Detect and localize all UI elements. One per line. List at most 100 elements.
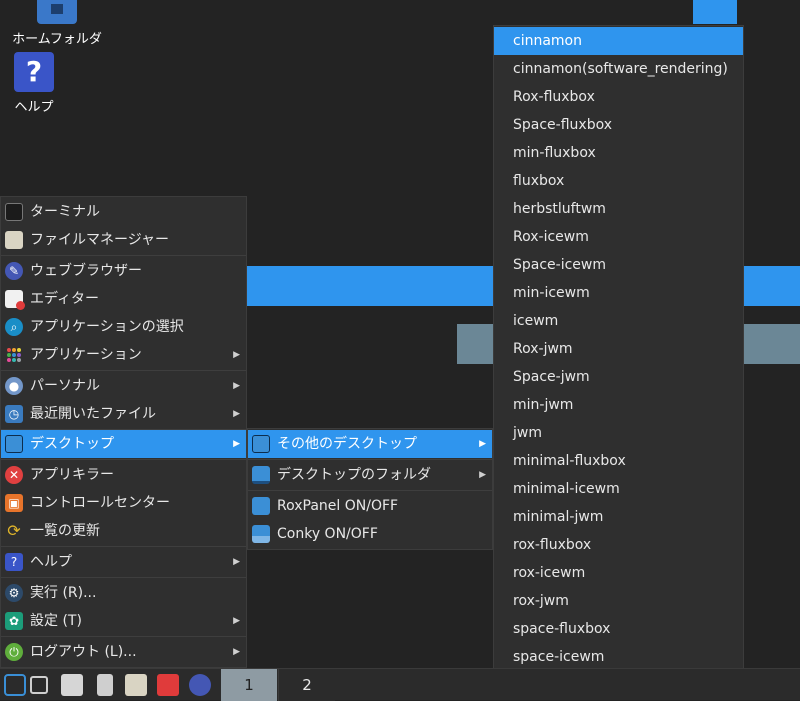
recent-folder-icon: ◷ [5, 405, 23, 423]
submenu-arrow-icon: ▶ [233, 409, 240, 419]
menu-item-desktop-session[interactable]: min-icewm [494, 279, 743, 307]
terminal-icon [5, 203, 23, 221]
menu-item-desktop-session[interactable]: rox-icewm [494, 559, 743, 587]
menu-item-control-center[interactable]: ▣ コントロールセンター [1, 489, 246, 517]
file-manager-icon[interactable] [125, 674, 147, 696]
menu-item-web-browser[interactable]: ✎ ウェブブラウザー [1, 257, 246, 285]
menu-separator [1, 636, 246, 637]
menu-item-desktop-session[interactable]: rox-jwm [494, 587, 743, 615]
folder-icon[interactable] [157, 674, 179, 696]
menu-item-roxpanel-toggle[interactable]: RoxPanel ON/OFF [248, 492, 492, 520]
menu-item-desktop-session[interactable]: Space-fluxbox [494, 111, 743, 139]
menu-item-label: 設定 (T) [30, 613, 82, 629]
desktop-icon-help[interactable]: ? ヘルプ [0, 52, 79, 115]
home-folder-icon[interactable] [61, 674, 83, 696]
menu-item-desktop[interactable]: デスクトップ ▶ [1, 430, 246, 458]
menu-item-label: コントロールセンター [30, 495, 170, 511]
menu-item-label: ターミナル [30, 204, 100, 220]
window-switcher-icon[interactable] [30, 676, 48, 694]
menu-item-desktop-session[interactable]: minimal-icewm [494, 475, 743, 503]
menu-item-recent-files[interactable]: ◷ 最近開いたファイル ▶ [1, 400, 246, 428]
help-icon: ? [5, 553, 23, 571]
menu-item-desktop-session[interactable]: space-icewm [494, 643, 743, 671]
menu-item-app-killer[interactable]: ✕ アプリキラー [1, 461, 246, 489]
menu-item-desktop-session[interactable]: icewm [494, 307, 743, 335]
menu-item-label: アプリケーション [30, 347, 142, 363]
menu-item-desktop-session[interactable]: Space-jwm [494, 363, 743, 391]
menu-separator [248, 459, 492, 460]
menu-item-conky-toggle[interactable]: Conky ON/OFF [248, 520, 492, 548]
roxpanel-icon [252, 497, 270, 515]
menu-item-desktop-session[interactable]: minimal-fluxbox [494, 447, 743, 475]
menu-item-app-finder[interactable]: ⌕ アプリケーションの選択 [1, 313, 246, 341]
menu-item-label: ヘルプ [30, 554, 72, 570]
menu-item-label: RoxPanel ON/OFF [277, 498, 399, 514]
menu-item-file-manager[interactable]: ファイルマネージャー [1, 226, 246, 254]
menu-item-other-desktops[interactable]: その他のデスクトップ ▶ [248, 430, 492, 458]
menu-item-label: 最近開いたファイル [30, 406, 156, 422]
conky-icon [252, 525, 270, 543]
desktop-icon-label: ヘルプ [14, 100, 54, 115]
menu-item-label: 一覧の更新 [30, 523, 100, 539]
menu-separator [1, 255, 246, 256]
menu-item-help[interactable]: ? ヘルプ ▶ [1, 548, 246, 576]
menu-item-desktop-session[interactable]: Rox-jwm [494, 335, 743, 363]
menu-item-label: アプリキラー [30, 467, 114, 483]
desktop-icon [252, 435, 270, 453]
help-icon: ? [14, 52, 54, 92]
menu-item-label: ファイルマネージャー [30, 232, 170, 248]
apps-grid-icon [5, 346, 23, 364]
submenu-arrow-icon: ▶ [233, 350, 240, 360]
eject-icon[interactable] [97, 674, 113, 696]
menu-separator [1, 370, 246, 371]
submenu-arrow-icon: ▶ [233, 381, 240, 391]
menu-item-terminal[interactable]: ターミナル [1, 198, 246, 226]
menu-item-refresh-list[interactable]: ⟳ 一覧の更新 [1, 517, 246, 545]
desktop-icon-home-folder[interactable]: ホームフォルダ [12, 0, 102, 47]
menu-item-desktop-session[interactable]: jwm [494, 419, 743, 447]
menu-item-desktop-session[interactable]: min-fluxbox [494, 139, 743, 167]
logout-icon: ⏻ [5, 643, 23, 661]
menu-item-desktop-session[interactable]: min-jwm [494, 391, 743, 419]
menu-item-run[interactable]: ⚙ 実行 (R)... [1, 579, 246, 607]
menu-item-settings[interactable]: ✿ 設定 (T) ▶ [1, 607, 246, 635]
web-browser-icon[interactable] [189, 674, 211, 696]
menu-item-label: 実行 (R)... [30, 585, 97, 601]
menu-item-desktop-session[interactable]: minimal-jwm [494, 503, 743, 531]
menu-item-desktop-session[interactable]: rox-fluxbox [494, 531, 743, 559]
menu-separator [1, 577, 246, 578]
taskbar: 1 2 [0, 668, 800, 701]
menu-item-editor[interactable]: エディター [1, 285, 246, 313]
menu-item-label: デスクトップ [30, 436, 114, 452]
menu-item-desktop-session[interactable]: Space-icewm [494, 251, 743, 279]
control-center-icon: ▣ [5, 494, 23, 512]
menu-item-desktop-session[interactable]: fluxbox [494, 167, 743, 195]
home-folder-icon [37, 0, 77, 24]
workspace-2-button[interactable]: 2 [278, 669, 335, 701]
menu-item-label: ウェブブラウザー [30, 263, 142, 279]
submenu-arrow-icon: ▶ [233, 557, 240, 567]
menu-item-desktop-session[interactable]: Rox-icewm [494, 223, 743, 251]
menu-item-desktop-session[interactable]: herbstluftwm [494, 195, 743, 223]
menu-item-desktop-folder[interactable]: デスクトップのフォルダ ▶ [248, 461, 492, 489]
menu-item-desktop-session[interactable]: Rox-fluxbox [494, 83, 743, 111]
desktop-folder-icon [252, 466, 270, 484]
app-menu-icon[interactable] [4, 674, 26, 696]
menu-item-label: アプリケーションの選択 [30, 319, 184, 335]
editor-icon [5, 290, 25, 310]
menu-item-personal[interactable]: ● パーソナル ▶ [1, 372, 246, 400]
file-manager-icon [5, 231, 23, 249]
submenu-arrow-icon: ▶ [479, 439, 486, 449]
menu-item-label: その他のデスクトップ [277, 436, 417, 452]
workspace-1-button[interactable]: 1 [221, 669, 277, 701]
settings-icon: ✿ [5, 612, 23, 630]
menu-item-desktop-session[interactable]: cinnamon [494, 27, 743, 55]
menu-item-label: エディター [30, 291, 100, 307]
submenu-arrow-icon: ▶ [233, 647, 240, 657]
refresh-icon: ⟳ [7, 521, 21, 540]
menu-item-desktop-session[interactable]: space-fluxbox [494, 615, 743, 643]
menu-item-desktop-session[interactable]: cinnamon(software_rendering) [494, 55, 743, 83]
menu-item-logout[interactable]: ⏻ ログアウト (L)... ▶ [1, 638, 246, 666]
menu-item-applications[interactable]: アプリケーション ▶ [1, 341, 246, 369]
web-browser-icon: ✎ [5, 262, 23, 280]
